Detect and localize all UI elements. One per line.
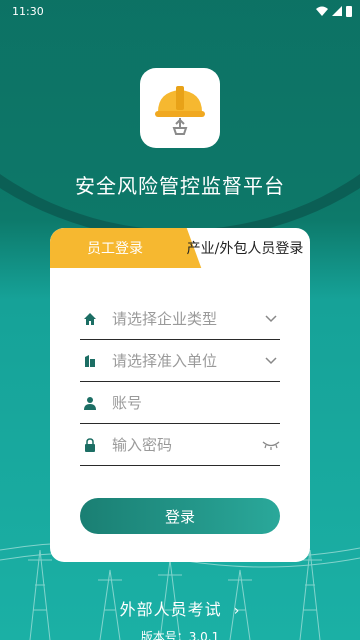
enterprise-type-placeholder: 请选择企业类型 — [112, 310, 218, 328]
password-field[interactable]: 输入密码 — [80, 424, 280, 466]
tab-contractor-login[interactable]: 产业/外包人员登录 — [180, 228, 310, 268]
login-button[interactable]: 登录 — [80, 498, 280, 534]
home-icon — [80, 309, 100, 329]
lock-icon — [80, 435, 100, 455]
hard-hat-icon — [155, 86, 205, 135]
chevron-right-icon: › — [233, 603, 241, 619]
login-screen: 11:30 安全风险管控监督平台 员工登录 产业/外包人员登录 请选择企业类型 … — [0, 0, 360, 640]
external-exam-link[interactable]: 外部人员考试 › — [0, 596, 360, 620]
app-logo — [140, 68, 220, 148]
status-time: 11:30 — [12, 4, 44, 18]
admission-unit-select[interactable]: 请选择准入单位 — [80, 340, 280, 382]
login-card: 员工登录 产业/外包人员登录 请选择企业类型 请选择准入单位 账号 输入密码 登… — [50, 228, 310, 562]
external-exam-label: 外部人员考试 — [119, 600, 222, 619]
tab-contractor-label: 产业/外包人员登录 — [186, 241, 304, 257]
status-bar: 11:30 — [0, 0, 360, 22]
signal-icon — [332, 6, 342, 16]
login-tabs: 员工登录 产业/外包人员登录 — [50, 228, 310, 268]
battery-icon — [346, 5, 352, 17]
chevron-down-icon — [262, 354, 280, 368]
account-placeholder: 账号 — [112, 394, 143, 412]
user-icon — [80, 393, 100, 413]
eye-closed-icon[interactable] — [262, 438, 280, 452]
version-text: 版本号：3.0.1 — [140, 630, 220, 640]
tab-employee-label: 员工登录 — [87, 241, 143, 257]
app-title: 安全风险管控监督平台 — [75, 174, 285, 198]
password-placeholder: 输入密码 — [112, 436, 173, 454]
tab-employee-login[interactable]: 员工登录 — [50, 228, 180, 268]
enterprise-type-select[interactable]: 请选择企业类型 — [80, 298, 280, 340]
building-icon — [80, 351, 100, 371]
chevron-down-icon — [262, 312, 280, 326]
wifi-icon — [316, 6, 328, 16]
account-field[interactable]: 账号 — [80, 382, 280, 424]
admission-unit-placeholder: 请选择准入单位 — [112, 352, 218, 370]
status-icons — [316, 5, 352, 17]
